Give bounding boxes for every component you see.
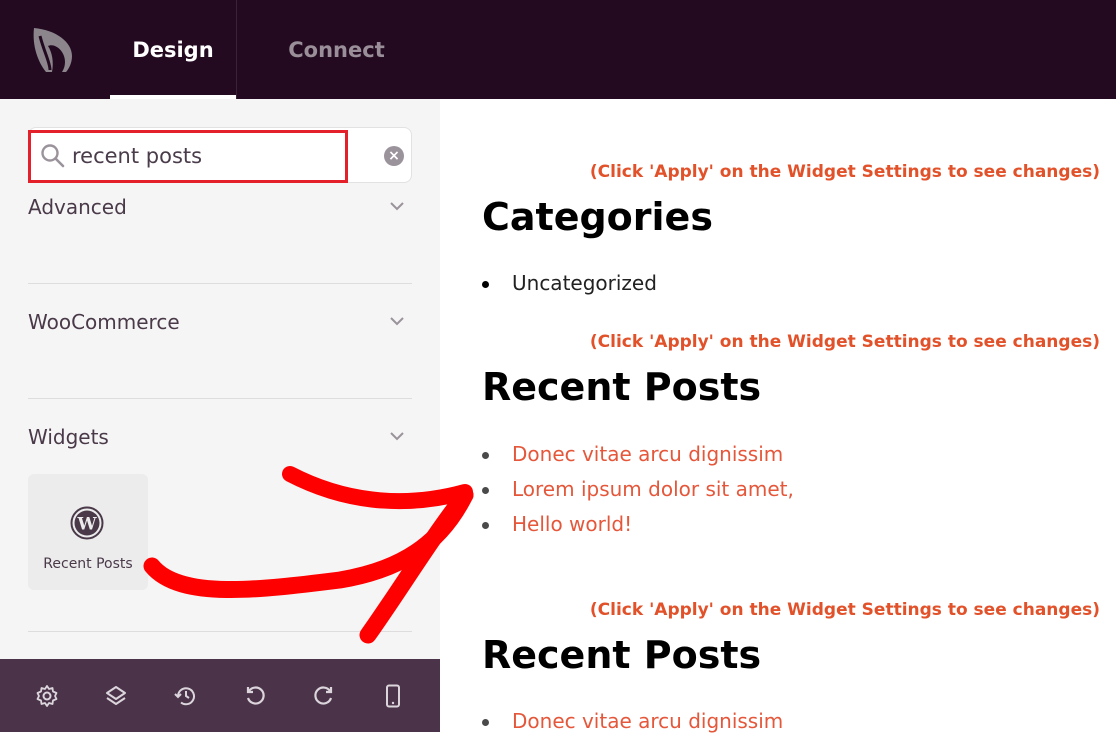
- seedprod-leaf-icon[interactable]: [26, 22, 80, 76]
- categories-list: Uncategorized: [482, 266, 657, 301]
- history-icon: [174, 686, 196, 705]
- section-widgets-title: Widgets: [28, 425, 109, 449]
- divider: [28, 283, 412, 284]
- mobile-icon: [386, 684, 401, 707]
- layers-icon: [105, 685, 126, 705]
- chevron-down-icon: [390, 432, 404, 441]
- section-advanced-title: Advanced: [28, 195, 127, 219]
- section-widgets[interactable]: Widgets: [28, 425, 412, 455]
- tab-connect[interactable]: Connect: [236, 0, 436, 99]
- svg-text:W: W: [76, 515, 97, 535]
- tab-connect-label: Connect: [288, 37, 385, 62]
- redo-button[interactable]: [309, 681, 339, 711]
- layers-button[interactable]: [101, 681, 131, 711]
- redo-icon: [314, 685, 333, 705]
- undo-icon: [246, 685, 265, 705]
- tab-design[interactable]: Design: [110, 0, 236, 99]
- section-advanced[interactable]: Advanced: [28, 195, 412, 225]
- apply-note: (Click 'Apply' on the Widget Settings to…: [589, 162, 1100, 182]
- list-item[interactable]: Donec vitae arcu dignissim: [482, 704, 783, 739]
- search-input[interactable]: [72, 139, 342, 173]
- clear-search-icon[interactable]: ×: [384, 146, 404, 166]
- section-woocommerce[interactable]: WooCommerce: [28, 310, 412, 340]
- revisions-button[interactable]: [170, 681, 200, 711]
- divider: [28, 631, 412, 632]
- gear-icon: [36, 684, 58, 707]
- chevron-down-icon: [390, 317, 404, 326]
- apply-note: (Click 'Apply' on the Widget Settings to…: [589, 600, 1100, 620]
- bottom-toolbar: [0, 659, 440, 732]
- divider: [28, 398, 412, 399]
- recent-posts-heading: Recent Posts: [482, 633, 762, 677]
- settings-button[interactable]: [32, 681, 62, 711]
- recent-posts-heading: Recent Posts: [482, 365, 762, 409]
- recent-posts-list: Donec vitae arcu dignissim: [482, 704, 783, 739]
- mobile-preview-button[interactable]: [378, 681, 408, 711]
- categories-heading: Categories: [482, 195, 713, 239]
- top-bar: Design Connect: [0, 0, 1116, 99]
- wordpress-icon: W: [70, 506, 104, 540]
- blocks-sidebar: × Advanced WooCommerce Widgets W Recent …: [0, 99, 440, 732]
- tab-design-label: Design: [132, 37, 214, 62]
- apply-note: (Click 'Apply' on the Widget Settings to…: [589, 332, 1100, 352]
- recent-posts-list: Donec vitae arcu dignissim Lorem ipsum d…: [482, 437, 794, 542]
- section-woocommerce-title: WooCommerce: [28, 310, 180, 334]
- undo-button[interactable]: [240, 681, 270, 711]
- recent-posts-block-label: Recent Posts: [43, 556, 133, 572]
- page-canvas: (Click 'Apply' on the Widget Settings to…: [440, 99, 1116, 733]
- list-item[interactable]: Lorem ipsum dolor sit amet,: [482, 472, 794, 507]
- chevron-down-icon: [390, 202, 404, 211]
- recent-posts-block[interactable]: W Recent Posts: [28, 474, 148, 590]
- search-icon: [41, 144, 65, 168]
- list-item[interactable]: Uncategorized: [482, 266, 657, 301]
- list-item[interactable]: Hello world!: [482, 507, 794, 542]
- list-item[interactable]: Donec vitae arcu dignissim: [482, 437, 794, 472]
